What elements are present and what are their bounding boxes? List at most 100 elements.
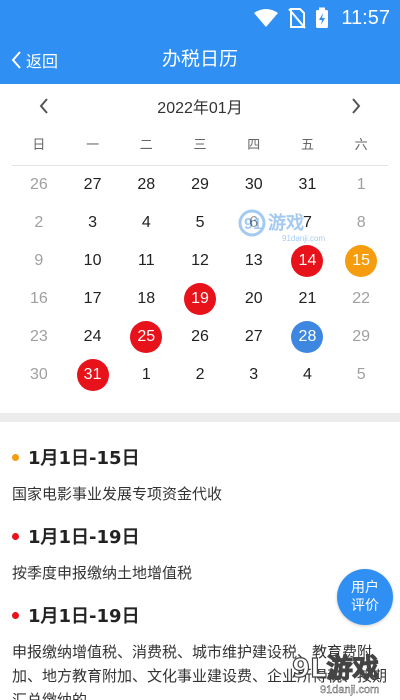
day-number: 3: [249, 366, 259, 383]
calendar-day[interactable]: 30: [12, 356, 66, 394]
calendar-day[interactable]: 29: [334, 318, 388, 356]
day-number: 24: [83, 328, 102, 345]
weekday-label: 五: [300, 138, 314, 153]
day-number: 31: [76, 359, 109, 391]
watermark-logo: 91 游戏 91danji.com: [238, 209, 325, 243]
day-number: 2: [195, 366, 205, 383]
day-number: 4: [141, 214, 151, 231]
calendar-day[interactable]: 16: [12, 280, 66, 318]
status-bar: 11:57: [0, 0, 400, 36]
calendar-day[interactable]: 12: [173, 242, 227, 280]
user-feedback-button[interactable]: 用户 评价: [337, 569, 393, 625]
calendar-day-marked[interactable]: 15: [334, 242, 388, 280]
calendar-day[interactable]: 4: [119, 204, 173, 242]
day-number: 21: [298, 290, 317, 307]
calendar-day[interactable]: 10: [66, 242, 120, 280]
day-number: 22: [352, 290, 371, 307]
month-label: 2022年01月: [157, 100, 243, 117]
calendar-day[interactable]: 3: [227, 356, 281, 394]
calendar-day[interactable]: 21: [281, 280, 335, 318]
event-desc: 按季度申报缴纳土地增值税: [12, 564, 193, 582]
svg-text:游戏: 游戏: [268, 212, 304, 234]
calendar-day[interactable]: 3: [66, 204, 120, 242]
calendar-day[interactable]: 1: [334, 166, 388, 204]
weekday-label: 日: [32, 138, 46, 153]
calendar-day[interactable]: 17: [66, 280, 120, 318]
day-number: 17: [83, 290, 102, 307]
weekday-label: 四: [247, 138, 261, 153]
calendar-day[interactable]: 23: [12, 318, 66, 356]
chevron-right-icon: [352, 98, 361, 114]
calendar-day[interactable]: 11: [119, 242, 173, 280]
day-number: 31: [298, 176, 317, 193]
calendar-day[interactable]: 22: [334, 280, 388, 318]
calendar-day[interactable]: 2: [173, 356, 227, 394]
calendar-day[interactable]: 5: [173, 204, 227, 242]
event-dot: [12, 453, 19, 461]
calendar-day[interactable]: 30: [227, 166, 281, 204]
event-dot: [12, 611, 19, 619]
feedback-line1: 用户: [351, 580, 379, 596]
calendar-day[interactable]: 2: [12, 204, 66, 242]
day-number: 28: [137, 176, 156, 193]
calendar-day[interactable]: 18: [119, 280, 173, 318]
day-number: 20: [244, 290, 263, 307]
calendar-grid: 2627282930311234567891011121314151617181…: [12, 166, 388, 394]
calendar-day[interactable]: 24: [66, 318, 120, 356]
day-number: 8: [356, 214, 366, 231]
section-divider: [0, 413, 400, 422]
calendar-day[interactable]: 13: [227, 242, 281, 280]
day-number: 5: [195, 214, 205, 231]
day-number: 27: [83, 176, 102, 193]
page-title: 办税日历: [161, 48, 238, 70]
weekday-row: 日一二三四五六: [12, 128, 388, 166]
day-number: 27: [244, 328, 263, 345]
calendar-day[interactable]: 8: [334, 204, 388, 242]
calendar-day[interactable]: 26: [12, 166, 66, 204]
svg-text:91danji.com: 91danji.com: [320, 684, 379, 696]
event-item[interactable]: 1月1日-15日 国家电影事业发展专项资金代收: [12, 442, 392, 506]
calendar-day-marked[interactable]: 31: [66, 356, 120, 394]
calendar-day-marked[interactable]: 14: [281, 242, 335, 280]
svg-text:9L游戏: 9L游戏: [292, 654, 379, 684]
calendar-day[interactable]: 29: [173, 166, 227, 204]
calendar-day[interactable]: 27: [227, 318, 281, 356]
calendar-day-marked[interactable]: 25: [119, 318, 173, 356]
weekday-label: 一: [86, 138, 100, 153]
day-number: 29: [191, 176, 209, 193]
calendar-day-marked[interactable]: 28: [281, 318, 335, 356]
day-number: 18: [137, 290, 156, 307]
day-number: 28: [291, 321, 324, 353]
clock: 11:57: [341, 6, 390, 29]
day-number: 12: [191, 252, 209, 269]
calendar-day[interactable]: 4: [281, 356, 335, 394]
weekday-label: 二: [139, 138, 153, 153]
week-row: 30 31 1 2 3 4 5: [12, 356, 388, 394]
calendar-day[interactable]: 26: [173, 318, 227, 356]
day-number: 30: [244, 176, 263, 193]
event-item[interactable]: 1月1日-19日 按季度申报缴纳土地增值税: [12, 521, 392, 585]
calendar-day[interactable]: 27: [66, 166, 120, 204]
calendar-day[interactable]: 20: [227, 280, 281, 318]
weekday-label: 六: [354, 138, 368, 153]
day-number: 9: [34, 252, 44, 269]
day-number: 2: [34, 214, 44, 231]
calendar-day[interactable]: 1: [119, 356, 173, 394]
event-desc: 国家电影事业发展专项资金代收: [12, 485, 223, 503]
week-row: 23 24 25 26 27 28 29: [12, 318, 388, 356]
day-number: 26: [191, 328, 209, 345]
battery-charging-icon: [316, 7, 329, 28]
day-number: 15: [345, 245, 378, 277]
calendar-day[interactable]: 9: [12, 242, 66, 280]
svg-text:91: 91: [244, 216, 262, 233]
calendar-day-marked[interactable]: 19: [173, 280, 227, 318]
day-number: 26: [29, 176, 48, 193]
watermark-logo-bottom: 9L游戏 91danji.com: [291, 653, 379, 696]
calendar-day[interactable]: 28: [119, 166, 173, 204]
calendar-day[interactable]: 31: [281, 166, 335, 204]
calendar-day[interactable]: 5: [334, 356, 388, 394]
day-number: 30: [29, 366, 48, 383]
day-number: 13: [244, 252, 263, 269]
next-month-button[interactable]: [344, 94, 368, 118]
status-icons: 11:57: [253, 0, 390, 36]
